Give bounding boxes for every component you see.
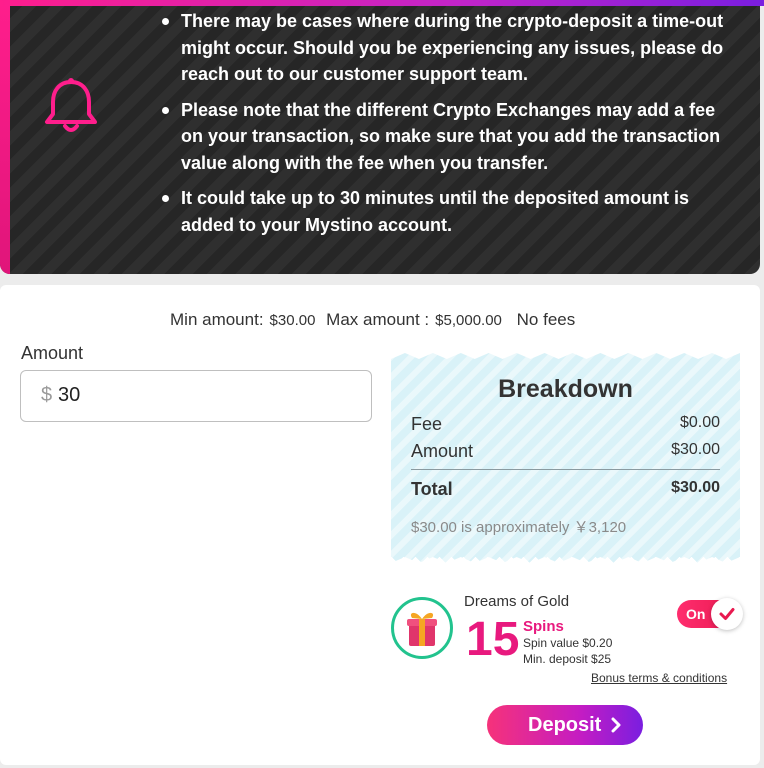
breakdown-amount-label: Amount (411, 441, 474, 461)
promo-name: Dreams of Gold (464, 593, 570, 610)
notice-item: It could take up to 30 minutes until the… (162, 185, 737, 238)
notice-item: Please note that the different Crypto Ex… (162, 97, 737, 177)
fees-info: No fees (516, 310, 576, 329)
amount-input[interactable]: $ 30 (20, 370, 372, 422)
notice-item: There may be cases where during the cryp… (162, 8, 737, 88)
min-amount-value: $30.00 (269, 312, 316, 329)
amount-value[interactable]: 30 (58, 384, 80, 407)
chevron-right-icon (611, 717, 621, 733)
bell-icon (45, 78, 97, 132)
notice-list: There may be cases where during the cryp… (162, 8, 737, 247)
bonus-toggle[interactable]: On (677, 598, 743, 630)
breakdown-divider (411, 469, 720, 470)
total-label: Total (411, 479, 453, 499)
info-notice: There may be cases where during the cryp… (0, 0, 760, 274)
gift-icon (391, 597, 453, 659)
deposit-label: Deposit (528, 714, 602, 736)
total-value: $30.00 (671, 479, 720, 496)
currency-symbol: $ (41, 384, 53, 406)
fee-row: Fee $0.00 (411, 414, 720, 435)
toggle-label: On (686, 606, 706, 622)
amount-label: Amount (21, 343, 84, 363)
max-amount-value: $5,000.00 (435, 312, 502, 329)
bonus-terms-link[interactable]: Bonus terms & conditions (591, 671, 727, 685)
min-deposit: Min. deposit $25 (523, 652, 612, 666)
max-amount-label: Max amount : (326, 310, 430, 329)
breakdown-panel: Breakdown Fee $0.00 Amount $30.00 Total … (391, 353, 740, 563)
approx-conversion: $30.00 is approximately ￥3,120 (411, 519, 627, 536)
spins-count: 15 (466, 613, 520, 666)
toggle-knob (711, 598, 743, 630)
notice-accent-bar (0, 0, 10, 274)
fee-value: $0.00 (679, 414, 720, 431)
top-gradient-bar (0, 0, 764, 6)
spin-value: Spin value $0.20 (523, 636, 613, 650)
spins-label: Spins (523, 618, 564, 635)
fee-label: Fee (411, 414, 443, 434)
deposit-button[interactable]: Deposit (487, 705, 643, 745)
check-icon (719, 608, 735, 620)
amount-row: Amount $30.00 (411, 441, 720, 462)
breakdown-title: Breakdown (498, 375, 633, 403)
min-amount-label: Min amount: (170, 310, 264, 329)
breakdown-amount-value: $30.00 (671, 441, 720, 458)
deposit-limits: Min amount: $30.00 Max amount : $5,000.00 … (170, 310, 581, 330)
total-row: Total $30.00 (411, 479, 720, 500)
